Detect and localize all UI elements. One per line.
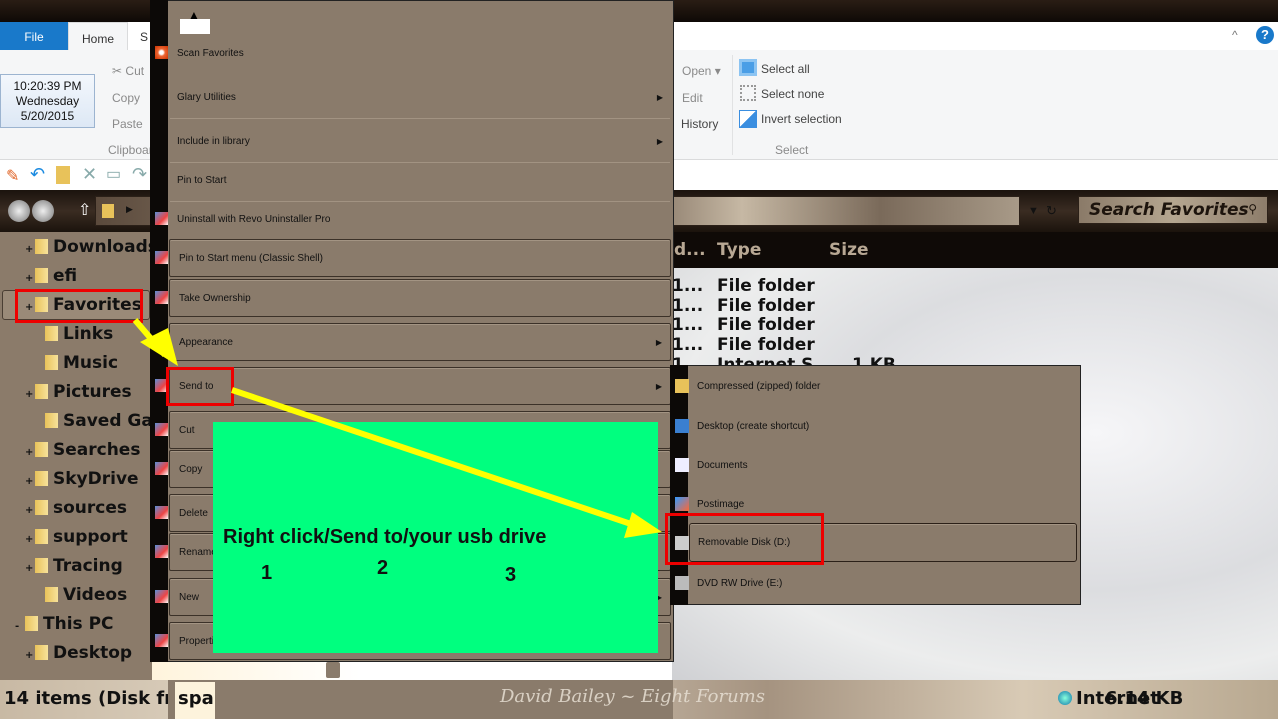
arrowhead-disk xyxy=(624,512,662,538)
annotation-arrows xyxy=(132,318,662,538)
arrow-sendto-to-disk xyxy=(231,387,641,530)
